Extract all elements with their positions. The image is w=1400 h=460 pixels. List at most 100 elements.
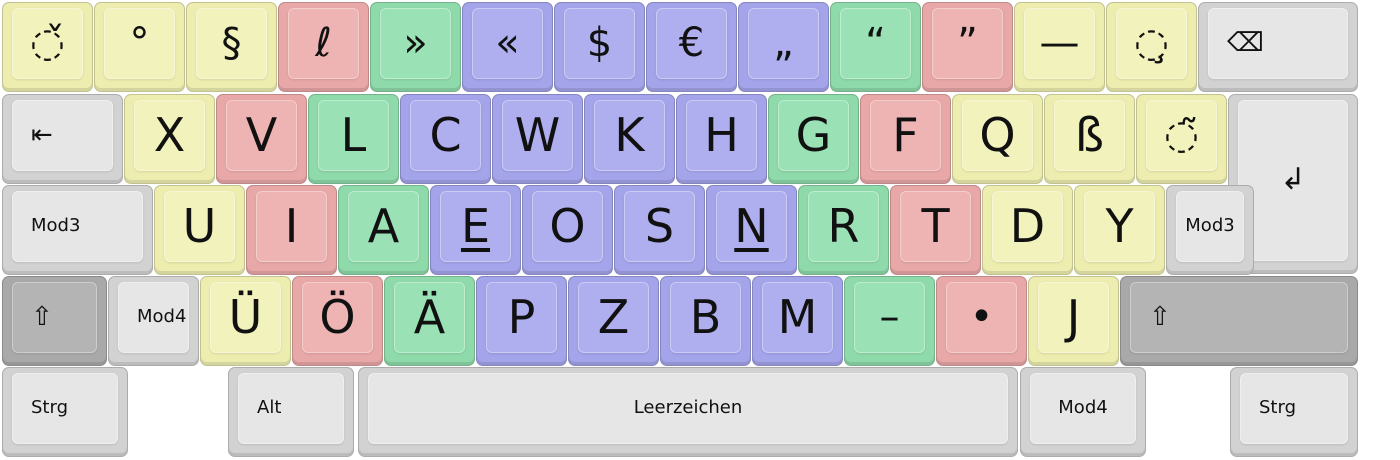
key-backspace[interactable]: ⌫	[1198, 2, 1358, 92]
key-label: Mod4	[137, 306, 187, 327]
key-label: Strg	[31, 397, 68, 418]
key-label: €	[678, 20, 705, 66]
key-euro[interactable]: €	[646, 2, 737, 92]
key-label: Ü	[228, 290, 263, 344]
key-k[interactable]: K	[584, 94, 675, 184]
key-h[interactable]: H	[676, 94, 767, 184]
key-low-quote[interactable]: „	[738, 2, 829, 92]
key-shift-left[interactable]: ⇧	[2, 276, 107, 366]
key-label: T	[921, 199, 950, 253]
key-space[interactable]: Leerzeichen	[358, 367, 1018, 457]
key-mod4-left[interactable]: Mod4	[108, 276, 199, 366]
key-label: „	[773, 20, 794, 66]
key-u[interactable]: U	[154, 185, 245, 275]
key-z[interactable]: Z	[568, 276, 659, 366]
key-c[interactable]: C	[400, 94, 491, 184]
key-mod3-right[interactable]: Mod3	[1166, 185, 1254, 275]
key-tab[interactable]: ⇤	[2, 94, 123, 184]
key-label: ◌̌	[30, 20, 65, 66]
key-label: ℓ	[315, 20, 332, 66]
key-label: Strg	[1259, 397, 1296, 418]
key-label: B	[689, 290, 722, 344]
key-label: Leerzeichen	[633, 397, 743, 418]
key-right-quote[interactable]: ”	[922, 2, 1013, 92]
key-label: Ö	[319, 290, 356, 344]
key-o[interactable]: O	[522, 185, 613, 275]
key-caron[interactable]: ◌̌	[2, 2, 93, 92]
key-ctrl-left[interactable]: Strg	[2, 367, 128, 457]
key-tilde[interactable]: ◌̃	[1136, 94, 1227, 184]
key-label: A	[367, 199, 400, 253]
key-t[interactable]: T	[890, 185, 981, 275]
key-label: J	[1066, 290, 1081, 344]
key-label: ⇤	[31, 120, 53, 150]
key-a[interactable]: A	[338, 185, 429, 275]
key-label: L	[340, 108, 367, 162]
key-shift-right[interactable]: ⇧	[1120, 276, 1358, 366]
key-section[interactable]: §	[186, 2, 277, 92]
key-script-l[interactable]: ℓ	[278, 2, 369, 92]
key-mod3-left[interactable]: Mod3	[2, 185, 153, 275]
key-label: °	[129, 20, 150, 66]
key-label: D	[1009, 199, 1046, 253]
key-l[interactable]: L	[308, 94, 399, 184]
key-label: X	[153, 108, 186, 162]
key-label: –	[879, 294, 900, 340]
key-n[interactable]: N	[706, 185, 797, 275]
key-a-umlaut[interactable]: Ä	[384, 276, 475, 366]
key-f[interactable]: F	[860, 94, 951, 184]
key-label: «	[495, 20, 520, 66]
key-label: Y	[1105, 199, 1134, 253]
key-label: P	[507, 290, 536, 344]
key-r[interactable]: R	[798, 185, 889, 275]
key-g[interactable]: G	[768, 94, 859, 184]
key-ring[interactable]: °	[94, 2, 185, 92]
key-label: R	[827, 199, 860, 253]
key-label: Z	[597, 290, 630, 344]
key-b[interactable]: B	[660, 276, 751, 366]
key-d[interactable]: D	[982, 185, 1073, 275]
key-label: Ä	[413, 290, 446, 344]
key-en-dash[interactable]: –	[844, 276, 935, 366]
key-u-umlaut[interactable]: Ü	[200, 276, 291, 366]
key-w[interactable]: W	[492, 94, 583, 184]
key-x[interactable]: X	[124, 94, 215, 184]
key-e[interactable]: E	[430, 185, 521, 275]
key-left-quote[interactable]: “	[830, 2, 921, 92]
key-v[interactable]: V	[216, 94, 307, 184]
key-label: E	[460, 199, 491, 253]
key-y[interactable]: Y	[1074, 185, 1165, 275]
key-o-umlaut[interactable]: Ö	[292, 276, 383, 366]
key-dollar[interactable]: $	[554, 2, 645, 92]
key-cedilla[interactable]: ◌̧	[1106, 2, 1197, 92]
key-label: Q	[979, 108, 1016, 162]
key-sharp-s[interactable]: ß	[1044, 94, 1135, 184]
key-m[interactable]: M	[752, 276, 843, 366]
key-label: —	[1039, 20, 1080, 66]
keyboard-layout: ◌̌ ° § ℓ» «$ € „ “” — ◌̧ ⌫ ⇤ X V L C W K H G F Qß ◌̃ ↲ Mod3 U I A E O…	[0, 0, 1400, 460]
key-q[interactable]: Q	[952, 94, 1043, 184]
key-label: F	[892, 108, 919, 162]
key-label: “	[865, 20, 886, 66]
key-label: C	[429, 108, 462, 162]
key-label: •	[969, 294, 994, 340]
key-mod4-right[interactable]: Mod4	[1020, 367, 1146, 457]
key-label: V	[245, 108, 278, 162]
key-label: §	[221, 20, 242, 66]
key-raquo[interactable]: »	[370, 2, 461, 92]
key-label: »	[403, 20, 428, 66]
key-label: Alt	[257, 397, 282, 418]
key-label: ◌̃	[1164, 112, 1199, 158]
key-label: M	[777, 290, 818, 344]
key-i[interactable]: I	[246, 185, 337, 275]
key-bullet[interactable]: •	[936, 276, 1027, 366]
key-s[interactable]: S	[614, 185, 705, 275]
key-ctrl-right[interactable]: Strg	[1230, 367, 1358, 457]
key-p[interactable]: P	[476, 276, 567, 366]
key-laquo[interactable]: «	[462, 2, 553, 92]
key-label: N	[734, 199, 769, 253]
key-label: Mod4	[1058, 397, 1108, 418]
key-alt[interactable]: Alt	[228, 367, 354, 457]
key-j[interactable]: J	[1028, 276, 1119, 366]
key-em-dash[interactable]: —	[1014, 2, 1105, 92]
